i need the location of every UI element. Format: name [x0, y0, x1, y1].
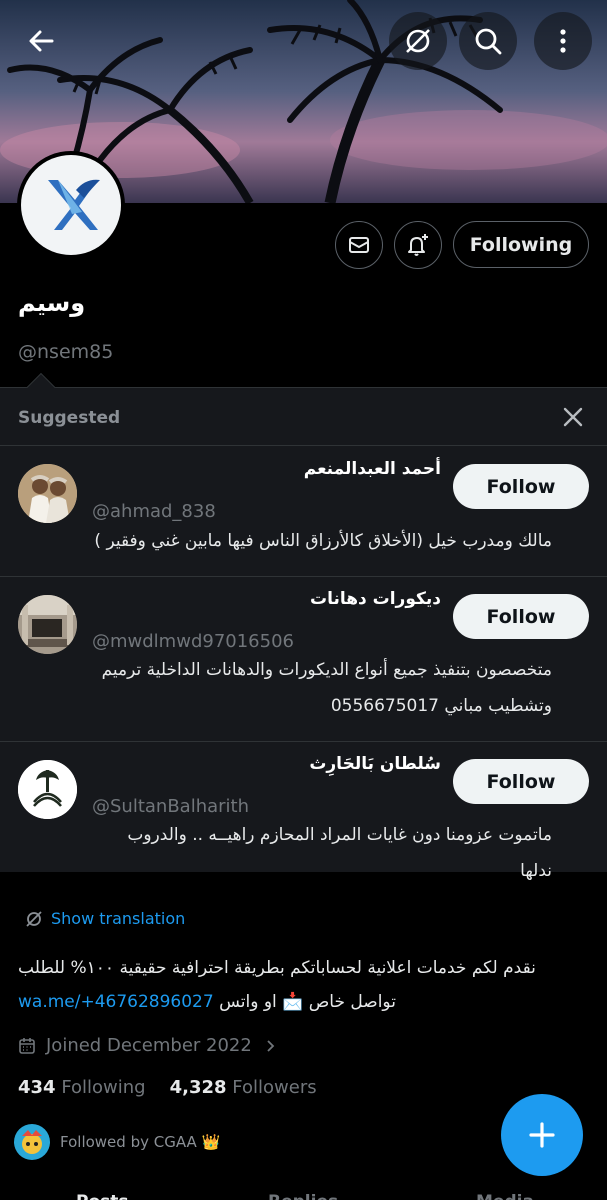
following-count: 434: [18, 1077, 56, 1098]
suggested-bio: متخصصون بتنفيذ جميع أنواع الديكورات والد…: [101, 660, 552, 716]
search-button[interactable]: [459, 12, 517, 70]
back-button[interactable]: [18, 18, 64, 64]
tab-replies[interactable]: Replies: [268, 1192, 338, 1200]
compose-post-button[interactable]: [501, 1094, 583, 1176]
saudi-emblem-icon: [18, 760, 77, 819]
translate-icon: [406, 29, 430, 53]
joined-date[interactable]: Joined December 2022: [18, 1035, 278, 1056]
suggested-avatar: [18, 464, 77, 523]
profile-avatar[interactable]: [17, 151, 125, 259]
back-arrow-icon: [29, 30, 54, 52]
followers-word: Followers: [232, 1077, 317, 1098]
avatar: [21, 155, 121, 255]
chevron-right-icon: [267, 1039, 275, 1052]
follow-stats: 434 Following 4,328 Followers: [18, 1077, 317, 1098]
suggested-name[interactable]: أحمد العبدالمنعم: [304, 459, 441, 479]
following-word: Following: [61, 1077, 146, 1098]
tab-posts[interactable]: Posts: [76, 1192, 129, 1200]
close-icon: [563, 407, 583, 427]
suggested-user-row[interactable]: سُلطان بَالحَارِث @SultanBalharith ماتمو…: [0, 741, 607, 881]
calendar-icon: [19, 1037, 35, 1054]
bio-link[interactable]: wa.me/+46762896027: [18, 992, 214, 1012]
suggested-handle: @SultanBalharith: [92, 796, 250, 817]
followed-by[interactable]: Followed by CGAA 👑: [14, 1124, 220, 1160]
message-button[interactable]: [335, 221, 383, 269]
suggested-user-row[interactable]: أحمد العبدالمنعم @ahmad_838 مالك ومدرب خ…: [0, 445, 607, 576]
suggested-bio: مالك ومدرب خيل (الأخلاق كالأرزاق الناس ف…: [94, 531, 552, 551]
search-icon: [475, 28, 502, 55]
translate-button[interactable]: [389, 12, 447, 70]
handle: @nsem85: [18, 341, 114, 363]
translate-icon: [26, 910, 42, 927]
mail-icon: [349, 237, 369, 253]
show-translation-link[interactable]: Show translation: [25, 909, 185, 928]
show-translation-label[interactable]: Show translation: [51, 909, 185, 928]
suggested-bio: ماتموت عزومنا دون غايات المراد المحازم ر…: [127, 825, 552, 881]
following-stat[interactable]: 434 Following: [18, 1077, 146, 1098]
more-icon: [560, 29, 566, 53]
close-suggested-button[interactable]: [558, 402, 588, 432]
followers-stat[interactable]: 4,328 Followers: [170, 1077, 317, 1098]
follow-button[interactable]: Follow: [453, 464, 589, 509]
tab-media[interactable]: Media: [476, 1192, 534, 1200]
suggested-avatar: [18, 595, 77, 654]
suggested-handle: @ahmad_838: [92, 501, 216, 522]
suggested-handle: @mwdlmwd97016506: [92, 631, 294, 652]
followed-by-avatar: [14, 1124, 50, 1160]
profile-tabs: Posts Replies Media: [0, 1186, 607, 1200]
more-button[interactable]: [534, 12, 592, 70]
suggested-avatar: [18, 760, 77, 819]
followers-count: 4,328: [169, 1077, 227, 1098]
suggested-title: Suggested: [18, 408, 121, 428]
followed-by-text: Followed by CGAA 👑: [60, 1133, 221, 1151]
plus-icon: [529, 1122, 555, 1148]
profile-bio: نقدم لكم خدمات اعلانية لحساباتكم بطريقة …: [18, 951, 578, 1019]
bell-plus-icon: [408, 234, 428, 256]
suggested-name[interactable]: ديكورات دهانات: [310, 589, 441, 609]
suggested-user-row[interactable]: ديكورات دهانات @mwdlmwd97016506 متخصصون …: [0, 576, 607, 741]
following-button[interactable]: Following: [453, 221, 589, 268]
suggested-name[interactable]: سُلطان بَالحَارِث: [309, 754, 441, 774]
follow-button[interactable]: Follow: [453, 759, 589, 804]
display-name: وسيم: [18, 289, 86, 317]
suggested-panel: Suggested أحمد العبدالمنعم @ahmad_838 ما…: [0, 387, 607, 881]
notify-button[interactable]: [394, 221, 442, 269]
x-logo-icon: [48, 179, 100, 230]
joined-label: Joined December 2022: [46, 1035, 252, 1056]
follow-button[interactable]: Follow: [453, 594, 589, 639]
